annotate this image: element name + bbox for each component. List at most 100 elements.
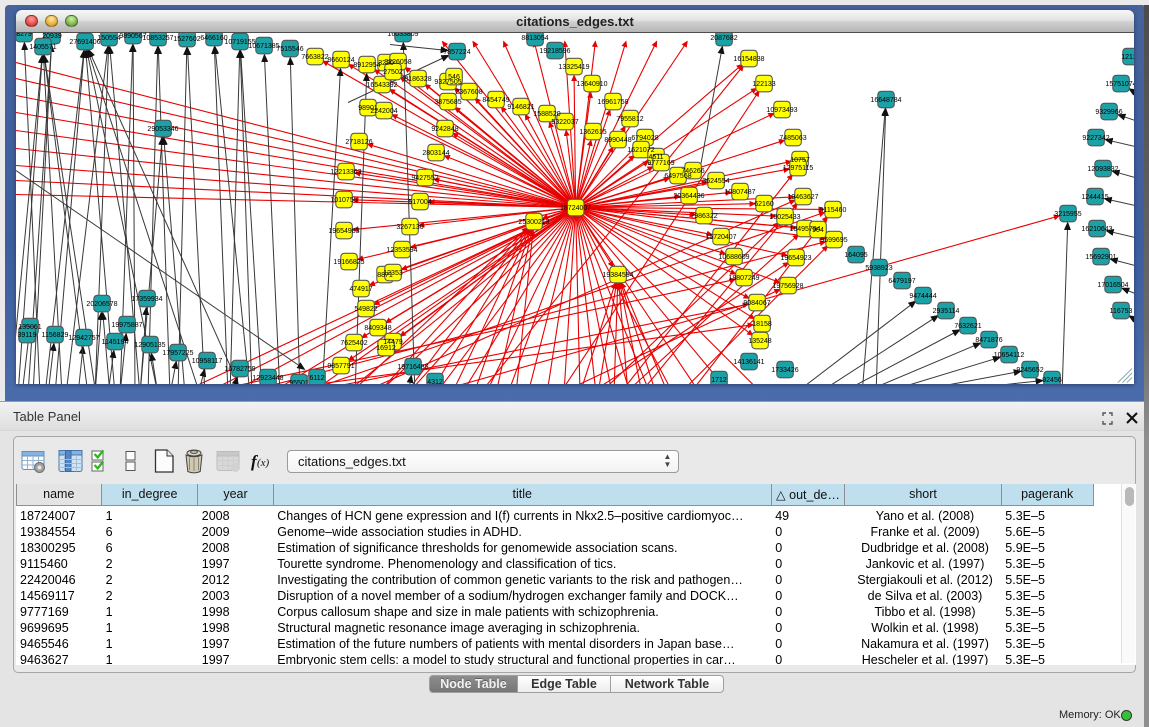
svg-text:16543392: 16543392 (366, 82, 397, 89)
svg-text:474917: 474917 (349, 286, 372, 293)
svg-text:10654112: 10654112 (994, 352, 1025, 359)
svg-text:12213363: 12213363 (330, 169, 361, 176)
svg-text:20364436: 20364436 (673, 193, 704, 200)
svg-text:95501: 95501 (289, 380, 309, 384)
svg-text:18807249: 18807249 (728, 275, 759, 282)
svg-text:549822: 549822 (354, 306, 377, 313)
svg-text:122133: 122133 (752, 81, 775, 88)
svg-text:9699695: 9699695 (820, 237, 847, 244)
svg-text:517004: 517004 (408, 199, 431, 206)
svg-text:7515546: 7515546 (276, 46, 303, 53)
svg-text:1712: 1712 (711, 377, 727, 384)
svg-text:2367608: 2367608 (455, 89, 482, 96)
svg-text:7857224: 7857224 (443, 49, 470, 56)
svg-text:9427552: 9427552 (411, 175, 438, 182)
svg-text:15692901: 15692901 (1085, 254, 1116, 261)
svg-text:1405571: 1405571 (29, 44, 56, 51)
svg-text:904: 904 (812, 227, 824, 234)
svg-text:16210643: 16210643 (1081, 226, 1112, 233)
svg-text:29053346: 29053346 (147, 126, 178, 133)
svg-text:3875685: 3875685 (434, 99, 461, 106)
svg-text:8990448: 8990448 (604, 137, 631, 144)
svg-text:12353594: 12353594 (386, 247, 417, 254)
svg-text:6479197: 6479197 (888, 278, 915, 285)
svg-text:7663822: 7663822 (301, 54, 328, 61)
svg-text:10025433: 10025433 (769, 214, 800, 221)
svg-text:2242004: 2242004 (370, 108, 397, 115)
svg-text:8279: 8279 (16, 33, 32, 38)
svg-text:12093832: 12093832 (1087, 166, 1118, 173)
svg-text:19654983: 19654983 (328, 228, 359, 235)
svg-text:3267130: 3267130 (396, 224, 423, 231)
svg-text:3226058: 3226058 (384, 59, 411, 66)
svg-text:9245652: 9245652 (1016, 367, 1043, 374)
svg-text:10958117: 10958117 (192, 358, 223, 365)
svg-text:8409348: 8409348 (364, 325, 391, 332)
svg-text:9242848: 9242848 (431, 126, 458, 133)
svg-text:17957225: 17957225 (162, 350, 193, 357)
svg-text:5938923: 5938923 (865, 265, 892, 272)
svg-text:19384554: 19384554 (602, 272, 633, 279)
svg-text:7485063: 7485063 (779, 135, 806, 142)
svg-text:12923448: 12923448 (252, 375, 283, 382)
svg-text:25300213: 25300213 (518, 219, 549, 226)
svg-text:15751074: 15751074 (1105, 81, 1134, 88)
svg-text:746266: 746266 (681, 168, 704, 175)
svg-text:8454749: 8454749 (482, 97, 509, 104)
svg-text:3215955: 3215955 (1054, 211, 1081, 218)
svg-text:2718126: 2718126 (345, 139, 372, 146)
svg-text:39119: 39119 (18, 332, 37, 339)
svg-text:116753: 116753 (1110, 308, 1133, 315)
svg-text:18158: 18158 (752, 321, 772, 328)
svg-text:92456: 92456 (1042, 377, 1062, 384)
svg-text:12123: 12123 (1121, 54, 1134, 61)
svg-text:19975887: 19975887 (111, 322, 142, 329)
svg-text:16961758: 16961758 (597, 99, 628, 106)
svg-text:10807487: 10807487 (724, 189, 755, 196)
svg-text:1010755: 1010755 (330, 197, 357, 204)
svg-text:20206578: 20206578 (86, 301, 117, 308)
svg-text:9084067: 9084067 (743, 300, 770, 307)
svg-text:27691406: 27691406 (69, 39, 100, 46)
svg-text:16154838: 16154838 (733, 56, 764, 63)
svg-text:10757: 10757 (790, 157, 810, 164)
svg-text:9329966: 9329966 (1095, 109, 1122, 116)
svg-text:19166825: 19166825 (333, 259, 364, 266)
svg-text:6112: 6112 (309, 375, 324, 382)
svg-text:17016504: 17016504 (1097, 282, 1128, 289)
svg-text:8186328: 8186328 (404, 76, 431, 83)
svg-text:8912954: 8912954 (353, 62, 380, 69)
svg-text:546: 546 (448, 74, 460, 81)
svg-text:16912: 16912 (376, 345, 396, 352)
svg-text:20939: 20939 (42, 33, 62, 40)
svg-text:18724007: 18724007 (560, 205, 591, 212)
svg-text:1362615: 1362615 (579, 129, 606, 136)
svg-text:1156829: 1156829 (42, 332, 69, 339)
svg-text:6794028: 6794028 (631, 135, 658, 142)
svg-text:164095: 164095 (844, 252, 867, 259)
svg-text:9146821: 9146821 (507, 104, 534, 111)
svg-text:19756928: 19756928 (772, 283, 803, 290)
svg-text:10671385: 10671385 (248, 43, 279, 50)
svg-text:62160: 62160 (754, 201, 774, 208)
svg-text:2935114: 2935114 (933, 308, 960, 315)
svg-text:19654923: 19654923 (780, 255, 811, 262)
svg-text:27502: 27502 (383, 69, 403, 76)
svg-text:7625402: 7625402 (340, 340, 367, 347)
svg-text:9777169: 9777169 (647, 160, 674, 167)
svg-text:150554: 150554 (97, 35, 120, 42)
svg-text:16033809: 16033809 (387, 33, 418, 38)
svg-text:135248: 135248 (748, 338, 771, 345)
svg-text:17359934: 17359934 (131, 296, 162, 303)
svg-text:2087682: 2087682 (710, 35, 737, 42)
svg-text:9474444: 9474444 (909, 293, 936, 300)
svg-text:15720407: 15720407 (705, 234, 736, 241)
svg-text:12905135: 12905135 (134, 342, 165, 349)
svg-text:19218596: 19218596 (539, 48, 570, 55)
svg-text:(x): (x) (257, 457, 270, 469)
svg-text:13325419: 13325419 (558, 64, 589, 71)
svg-text:12975115: 12975115 (783, 165, 814, 172)
svg-text:1588520: 1588520 (533, 111, 560, 118)
svg-text:16782759: 16782759 (224, 366, 255, 373)
svg-text:9115460: 9115460 (820, 207, 847, 214)
